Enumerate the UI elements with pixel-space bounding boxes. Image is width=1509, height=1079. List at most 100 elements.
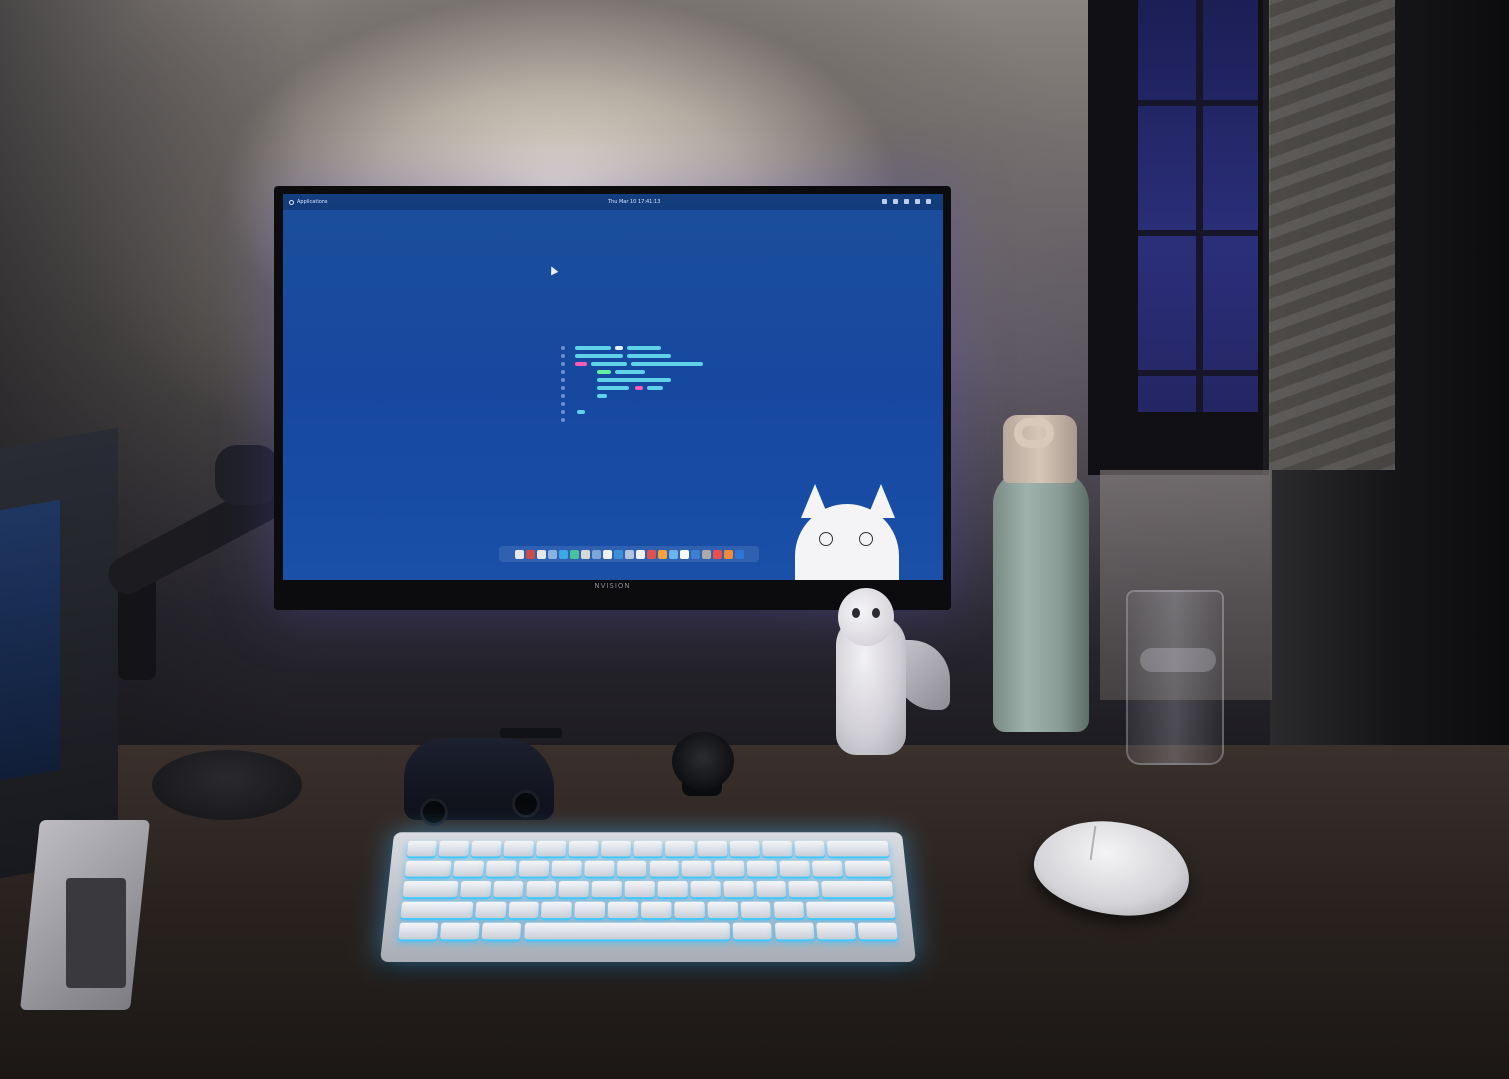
keyboard-key[interactable]	[714, 860, 745, 877]
keyboard-key[interactable]	[397, 922, 439, 940]
dock-app-icon[interactable]	[646, 549, 656, 559]
keyboard-key[interactable]	[541, 901, 573, 919]
keyboard-key[interactable]	[518, 860, 550, 877]
keyboard-key[interactable]	[459, 881, 491, 898]
keyboard-key[interactable]	[558, 881, 590, 898]
dock-app-icon[interactable]	[558, 549, 568, 559]
keyboard-key[interactable]	[508, 901, 540, 919]
keyboard-key[interactable]	[657, 881, 688, 898]
keyboard-key[interactable]	[616, 860, 647, 877]
keyboard-key[interactable]	[641, 901, 672, 919]
keyboard-key[interactable]	[681, 860, 712, 877]
keyboard-key[interactable]	[821, 881, 894, 898]
code-token-bar	[627, 346, 661, 350]
monitor-arm-joint	[215, 445, 279, 505]
keyboard-key[interactable]	[755, 881, 787, 898]
keyboard-key[interactable]	[732, 922, 773, 940]
keyboard-key[interactable]	[746, 860, 778, 877]
keyboard-key[interactable]	[607, 901, 639, 919]
keyboard-key[interactable]	[690, 881, 721, 898]
keyboard-key[interactable]	[762, 840, 793, 857]
code-line-number-dot	[561, 346, 565, 350]
keyboard-key[interactable]	[674, 901, 705, 919]
keyboard-key[interactable]	[523, 922, 731, 940]
keyboard-key[interactable]	[568, 840, 599, 857]
dock-app-icon[interactable]	[635, 549, 645, 559]
dock-app-icon[interactable]	[712, 549, 722, 559]
dock-app-icon[interactable]	[525, 549, 535, 559]
keyboard-key[interactable]	[400, 901, 474, 919]
dock-app-icon[interactable]	[536, 549, 546, 559]
keyboard-key[interactable]	[525, 881, 557, 898]
keyboard-key[interactable]	[481, 922, 522, 940]
keyboard-key[interactable]	[600, 840, 631, 857]
dock-app-icon[interactable]	[514, 549, 524, 559]
water-bottle	[993, 470, 1089, 732]
dock-app-icon[interactable]	[679, 549, 689, 559]
keyboard-key[interactable]	[857, 922, 899, 940]
keyboard-key[interactable]	[551, 860, 582, 877]
applications-menu[interactable]: Applications	[289, 197, 328, 207]
keyboard-key[interactable]	[773, 901, 805, 919]
keyboard-key[interactable]	[438, 840, 470, 857]
code-line-number-dot	[561, 386, 565, 390]
keyboard-keys[interactable]	[396, 840, 901, 947]
dock-app-icon[interactable]	[580, 549, 590, 559]
dock-app-icon[interactable]	[734, 549, 744, 559]
dock-app-icon[interactable]	[613, 549, 623, 559]
dock-app-icon[interactable]	[668, 549, 678, 559]
keyboard-key[interactable]	[788, 881, 820, 898]
power-icon[interactable]	[926, 199, 931, 204]
keyboard-key[interactable]	[633, 840, 663, 857]
dock-app-icon[interactable]	[690, 549, 700, 559]
keyboard-key[interactable]	[811, 860, 843, 877]
keyboard-key[interactable]	[535, 840, 567, 857]
keyboard-key[interactable]	[485, 860, 517, 877]
dock-app-icon[interactable]	[723, 549, 733, 559]
keyboard-key[interactable]	[471, 840, 502, 857]
dock-app-icon[interactable]	[602, 549, 612, 559]
mechanical-keyboard[interactable]	[380, 832, 916, 962]
notifications-icon[interactable]	[904, 199, 909, 204]
keyboard-key[interactable]	[729, 840, 760, 857]
keyboard-key[interactable]	[474, 901, 507, 919]
keyboard-key[interactable]	[492, 881, 524, 898]
keyboard-key[interactable]	[584, 860, 615, 877]
keyboard-key[interactable]	[649, 860, 680, 877]
keyboard-key[interactable]	[665, 840, 696, 857]
dock-app-icon[interactable]	[624, 549, 634, 559]
dock-app-icon[interactable]	[701, 549, 711, 559]
window-mullion	[1138, 100, 1258, 106]
keyboard-key[interactable]	[779, 860, 810, 877]
smart-speaker	[152, 750, 302, 820]
keyboard-key[interactable]	[774, 922, 815, 940]
keyboard-key[interactable]	[707, 901, 738, 919]
keyboard-key[interactable]	[574, 901, 606, 919]
keyboard-key[interactable]	[402, 881, 459, 898]
drinking-glass	[1126, 590, 1224, 765]
dock-app-icon[interactable]	[657, 549, 667, 559]
keyboard-key[interactable]	[723, 881, 754, 898]
keyboard-key[interactable]	[740, 901, 772, 919]
keyboard-key[interactable]	[406, 840, 438, 857]
keyboard-key[interactable]	[439, 922, 480, 940]
dock-app-icon[interactable]	[591, 549, 601, 559]
keyboard-key[interactable]	[503, 840, 534, 857]
keyboard-key[interactable]	[806, 901, 896, 919]
keyboard-key[interactable]	[826, 840, 890, 857]
keyboard-key[interactable]	[453, 860, 485, 877]
keyboard-key[interactable]	[697, 840, 728, 857]
keyboard-key[interactable]	[404, 860, 452, 877]
keyboard-key[interactable]	[794, 840, 825, 857]
clock[interactable]: Thu Mar 10 17:41:13	[608, 197, 660, 207]
wifi-icon[interactable]	[893, 199, 898, 204]
code-token-bar	[575, 346, 611, 350]
dock-app-icon[interactable]	[569, 549, 579, 559]
keyboard-key[interactable]	[816, 922, 857, 940]
dock-app-icon[interactable]	[547, 549, 557, 559]
volume-icon[interactable]	[882, 199, 887, 204]
battery-icon[interactable]	[915, 199, 920, 204]
keyboard-key[interactable]	[844, 860, 892, 877]
keyboard-key[interactable]	[591, 881, 622, 898]
keyboard-key[interactable]	[624, 881, 655, 898]
